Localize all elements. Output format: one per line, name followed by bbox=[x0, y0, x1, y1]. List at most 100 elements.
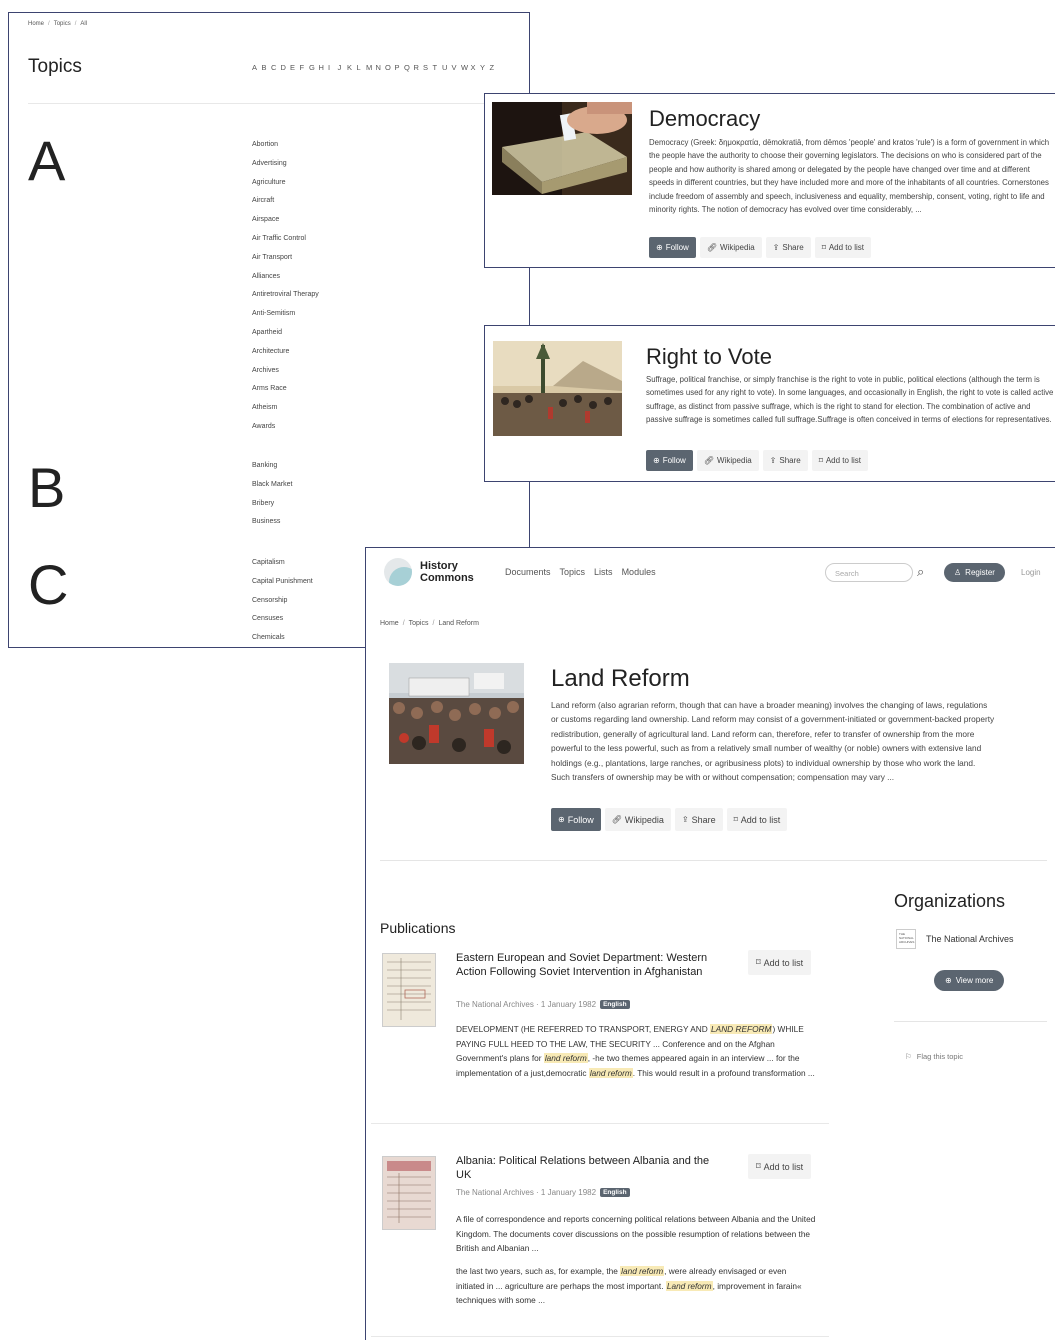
alphabet-letter-l[interactable]: L bbox=[357, 63, 367, 72]
bookmark-icon: ⌑ bbox=[821, 242, 826, 252]
link-icon: 🔗︎ bbox=[611, 814, 622, 824]
breadcrumb-topics[interactable]: Topics bbox=[409, 620, 429, 627]
register-button[interactable]: ♙ Register bbox=[944, 563, 1005, 582]
alphabet-letter-g[interactable]: G bbox=[309, 63, 319, 72]
topic-link[interactable]: Censorship bbox=[252, 595, 313, 614]
topic-link[interactable]: Airspace bbox=[252, 214, 319, 233]
topic-link[interactable]: Arms Race bbox=[252, 383, 319, 402]
letter-heading: C bbox=[28, 553, 69, 616]
alphabet-letter-z[interactable]: Z bbox=[490, 63, 500, 72]
publication-meta: The National Archives · 1 January 1982 En… bbox=[456, 1188, 630, 1197]
add-to-list-button[interactable]: ⌑ Add to list bbox=[748, 950, 812, 975]
nav-lists[interactable]: Lists bbox=[594, 567, 613, 577]
alphabet-letter-c[interactable]: C bbox=[271, 63, 281, 72]
breadcrumb-topics[interactable]: Topics bbox=[54, 21, 71, 27]
view-more-button[interactable]: ⊕ View more bbox=[934, 970, 1005, 991]
alphabet-letter-v[interactable]: V bbox=[452, 63, 462, 72]
breadcrumb-home[interactable]: Home bbox=[28, 21, 44, 27]
alphabet-letter-y[interactable]: Y bbox=[480, 63, 490, 72]
alphabet-letter-i[interactable]: I bbox=[328, 63, 338, 72]
search-icon[interactable]: ⌕ bbox=[917, 564, 924, 580]
alphabet-letter-f[interactable]: F bbox=[300, 63, 310, 72]
alphabet-letter-t[interactable]: T bbox=[433, 63, 443, 72]
topic-link[interactable]: Atheism bbox=[252, 402, 319, 421]
alphabet-letter-p[interactable]: P bbox=[395, 63, 405, 72]
publication-title[interactable]: Albania: Political Relations between Alb… bbox=[456, 1154, 726, 1183]
topic-link[interactable]: Agriculture bbox=[252, 177, 319, 196]
publication-thumbnail[interactable] bbox=[382, 953, 436, 1027]
alphabet-letter-j[interactable]: J bbox=[338, 63, 348, 72]
topic-link[interactable]: Capitalism bbox=[252, 557, 313, 576]
language-badge: English bbox=[600, 1000, 630, 1009]
topic-link[interactable]: Antiretroviral Therapy bbox=[252, 289, 319, 308]
topic-link[interactable]: Chemicals bbox=[252, 632, 313, 647]
nav-documents[interactable]: Documents bbox=[505, 567, 551, 577]
topic-link[interactable]: Capital Punishment bbox=[252, 576, 313, 595]
share-button[interactable]: ⇪ Share bbox=[765, 237, 811, 258]
alphabet-letter-n[interactable]: N bbox=[376, 63, 386, 72]
alphabet-letter-q[interactable]: Q bbox=[404, 63, 414, 72]
topic-link[interactable]: Architecture bbox=[252, 346, 319, 365]
topic-actions: ⊕ Follow 🔗︎ Wikipedia ⇪ Share ⌑ Add to list bbox=[551, 808, 788, 831]
share-button[interactable]: ⇪ Share bbox=[762, 450, 808, 471]
brand-name[interactable]: History Commons bbox=[420, 560, 474, 584]
topic-link[interactable]: Air Transport bbox=[252, 252, 319, 271]
topic-link[interactable]: Aircraft bbox=[252, 195, 319, 214]
topic-link[interactable]: Awards bbox=[252, 421, 319, 440]
topic-link[interactable]: Archives bbox=[252, 365, 319, 384]
alphabet-letter-e[interactable]: E bbox=[290, 63, 300, 72]
alphabet-letter-r[interactable]: R bbox=[414, 63, 424, 72]
flag-topic-link[interactable]: ⚐ Flag this topic bbox=[905, 1052, 963, 1061]
add-to-list-button[interactable]: ⌑ Add to list bbox=[726, 808, 788, 831]
alphabet-letter-u[interactable]: U bbox=[442, 63, 452, 72]
alphabet-letter-a[interactable]: A bbox=[252, 63, 262, 72]
topic-link[interactable]: Abortion bbox=[252, 139, 319, 158]
topic-link[interactable]: Air Traffic Control bbox=[252, 233, 319, 252]
topic-link[interactable]: Anti-Semitism bbox=[252, 308, 319, 327]
wikipedia-button[interactable]: 🔗︎ Wikipedia bbox=[696, 450, 759, 471]
nav-modules[interactable]: Modules bbox=[622, 567, 656, 577]
alphabet-letter-s[interactable]: S bbox=[423, 63, 433, 72]
add-to-list-button[interactable]: ⌑ Add to list bbox=[814, 237, 871, 258]
divider bbox=[28, 103, 518, 104]
wikipedia-button[interactable]: 🔗︎ Wikipedia bbox=[699, 237, 762, 258]
wikipedia-button[interactable]: 🔗︎ Wikipedia bbox=[604, 808, 671, 831]
follow-button[interactable]: ⊕ Follow bbox=[551, 808, 601, 831]
publication-thumbnail[interactable] bbox=[382, 1156, 436, 1230]
topic-link[interactable]: Business bbox=[252, 516, 292, 535]
nav-topics[interactable]: Topics bbox=[560, 567, 586, 577]
follow-button[interactable]: ⊕ Follow bbox=[646, 450, 693, 471]
alphabet-letter-m[interactable]: M bbox=[366, 63, 376, 72]
alphabet-letter-b[interactable]: B bbox=[262, 63, 272, 72]
alphabet-letter-k[interactable]: K bbox=[347, 63, 357, 72]
alphabet-letter-w[interactable]: W bbox=[461, 63, 471, 72]
add-to-list-button[interactable]: ⌑ Add to list bbox=[748, 1154, 812, 1179]
publications-heading: Publications bbox=[380, 920, 456, 936]
alphabet-letter-o[interactable]: O bbox=[385, 63, 395, 72]
topic-description: Land reform (also agrarian reform, thoug… bbox=[551, 700, 995, 783]
follow-button[interactable]: ⊕ Follow bbox=[649, 237, 696, 258]
topic-link[interactable]: Advertising bbox=[252, 158, 319, 177]
topic-link[interactable]: Censuses bbox=[252, 613, 313, 632]
alphabet-letter-h[interactable]: H bbox=[319, 63, 329, 72]
alphabet-letter-d[interactable]: D bbox=[281, 63, 291, 72]
topic-link[interactable]: Apartheid bbox=[252, 327, 319, 346]
publication-source: The National Archives · 1 January 1982 bbox=[456, 1000, 597, 1009]
divider bbox=[371, 1336, 829, 1337]
link-icon: 🔗︎ bbox=[703, 455, 714, 465]
publication-title[interactable]: Eastern European and Soviet Department: … bbox=[456, 951, 726, 980]
history-commons-logo-icon[interactable] bbox=[384, 558, 412, 586]
topic-link[interactable]: Black Market bbox=[252, 479, 292, 498]
breadcrumb-current: Land Reform bbox=[438, 620, 479, 627]
search-input[interactable]: Search bbox=[825, 563, 913, 582]
share-button[interactable]: ⇪ Share bbox=[674, 808, 723, 831]
login-link[interactable]: Login bbox=[1021, 568, 1041, 577]
organization-item[interactable]: THE NATIONAL ARCHIVES The National Archi… bbox=[896, 929, 1014, 949]
add-to-list-button[interactable]: ⌑ Add to list bbox=[811, 450, 868, 471]
publication-source: The National Archives · 1 January 1982 bbox=[456, 1188, 597, 1197]
topic-link[interactable]: Alliances bbox=[252, 271, 319, 290]
topic-link[interactable]: Banking bbox=[252, 460, 292, 479]
topic-link[interactable]: Bribery bbox=[252, 498, 292, 517]
alphabet-letter-x[interactable]: X bbox=[471, 63, 481, 72]
breadcrumb-home[interactable]: Home bbox=[380, 620, 399, 627]
